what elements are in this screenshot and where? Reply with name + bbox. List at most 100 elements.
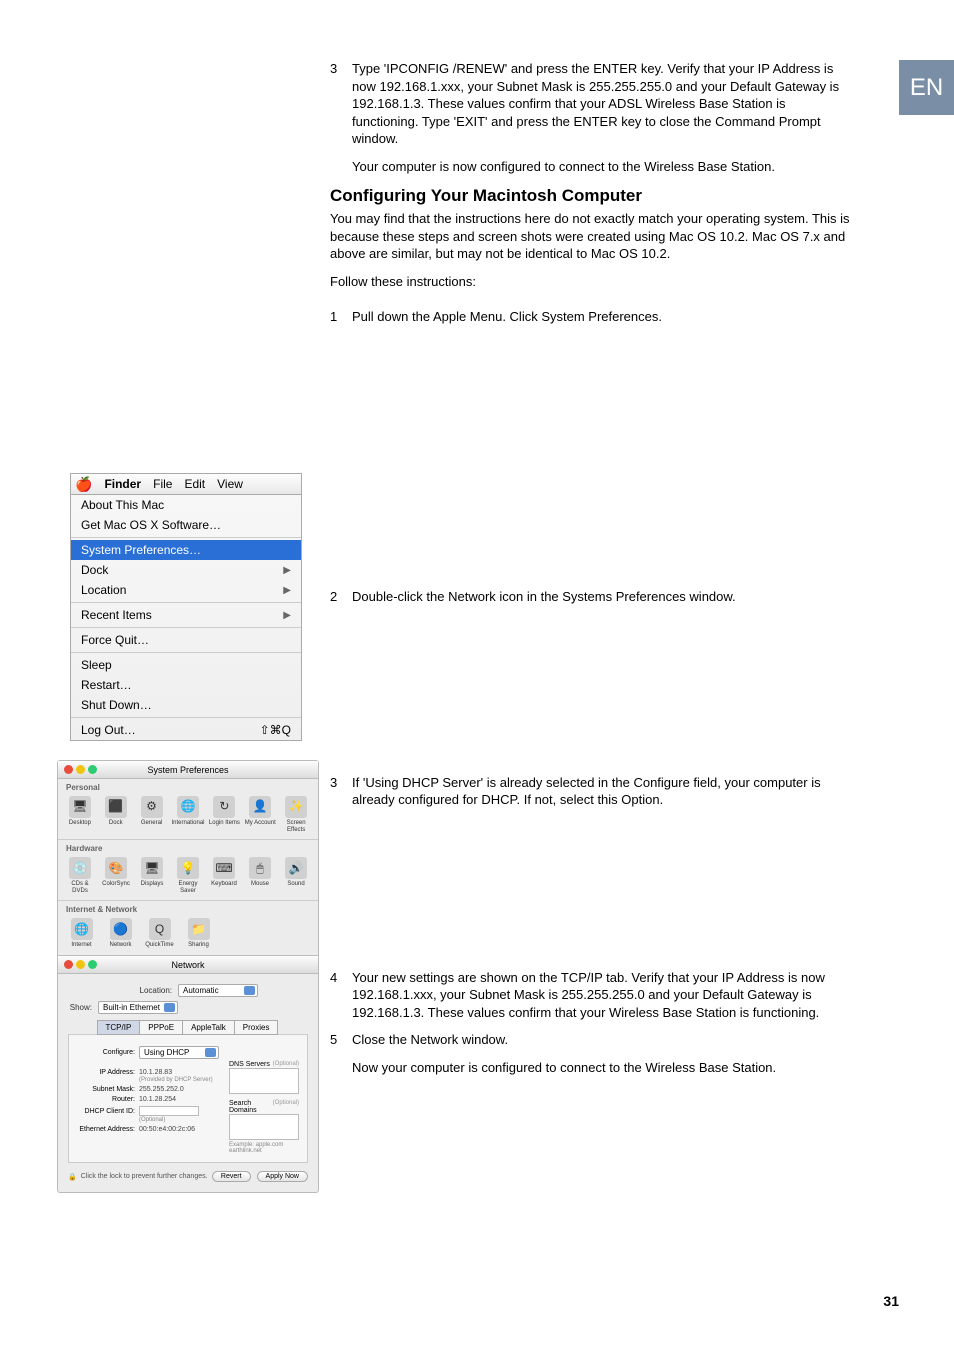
location-label: Location: — [118, 986, 178, 995]
apply-now-button[interactable]: Apply Now — [257, 1171, 308, 1182]
step-text: Your new settings are shown on the TCP/I… — [352, 969, 850, 1022]
pref-icon: 🔊 — [285, 857, 307, 879]
pref-login-items[interactable]: ↻Login Items — [209, 796, 241, 833]
step-text: If 'Using DHCP Server' is already select… — [352, 774, 850, 809]
close-icon[interactable] — [64, 960, 73, 969]
pref-energy-saver[interactable]: 💡Energy Saver — [172, 857, 204, 894]
tab-proxies[interactable]: Proxies — [234, 1020, 279, 1035]
network-tabs: TCP/IP PPPoE AppleTalk Proxies — [68, 1020, 308, 1035]
pref-label: International — [171, 820, 204, 827]
ip-value: 10.1.28.83 — [139, 1069, 172, 1076]
tcpip-panel: Configure: Using DHCP IP Address: 10.1.2… — [68, 1034, 308, 1163]
menubar-item[interactable]: View — [217, 477, 243, 491]
dns-servers-input[interactable] — [229, 1068, 299, 1094]
menubar-item[interactable]: Finder — [104, 477, 141, 491]
submenu-arrow-icon: ▶ — [283, 565, 291, 576]
menu-item-log-out[interactable]: Log Out…⇧⌘Q — [71, 720, 301, 740]
pref-international[interactable]: 🌐 International — [171, 796, 204, 833]
menu-item-label: Sleep — [81, 658, 112, 672]
lock-control[interactable]: 🔒 Click the lock to prevent further chan… — [68, 1173, 208, 1181]
minimize-icon[interactable] — [76, 765, 85, 774]
section-label: Personal — [58, 779, 318, 794]
pref-sound[interactable]: 🔊Sound — [280, 857, 312, 894]
window-title: System Preferences — [147, 765, 228, 775]
pref-label: QuickTime — [142, 942, 177, 949]
step-number: 3 — [330, 60, 352, 148]
search-domains-label: Search Domains — [229, 1100, 273, 1114]
pref-label: Network — [103, 942, 138, 949]
configure-select[interactable]: Using DHCP — [139, 1046, 219, 1059]
menu-item-recent-items[interactable]: Recent Items▶ — [71, 605, 301, 625]
prefs-row: 🖥Desktop⬛Dock ⚙ General 🌐 International ↻Logi… — [58, 794, 318, 840]
show-select[interactable]: Built-in Ethernet — [98, 1001, 178, 1014]
menu-separator — [71, 652, 301, 653]
pref-icon: 🌐 — [71, 918, 93, 940]
window-title: Network — [171, 960, 204, 970]
menu-separator — [71, 627, 301, 628]
prefs-row: 💿CDs & DVDs🎨ColorSync🖥Displays💡Energy Sa… — [58, 855, 318, 901]
tab-pppoe[interactable]: PPPoE — [139, 1020, 183, 1035]
prefs-row: 🌐Internet🔵NetworkQQuickTime📁Sharing — [58, 916, 318, 956]
pref-displays[interactable]: 🖥Displays — [136, 857, 168, 894]
pref-screen-effects[interactable]: ✨Screen Effects — [280, 796, 312, 833]
pref-mouse[interactable]: 🖱Mouse — [244, 857, 276, 894]
pref-keyboard[interactable]: ⌨Keyboard — [208, 857, 240, 894]
tab-tcpip[interactable]: TCP/IP — [97, 1020, 141, 1035]
menu-item-get-software[interactable]: Get Mac OS X Software… — [71, 515, 301, 535]
pref-icon: 🌐 — [177, 796, 199, 818]
menu-item-location[interactable]: Location▶ — [71, 580, 301, 600]
pref-label: CDs & DVDs — [64, 881, 96, 894]
menu-item-force-quit[interactable]: Force Quit… — [71, 630, 301, 650]
pref-my-account[interactable]: 👤My Account — [244, 796, 276, 833]
pref-cds-dvds[interactable]: 💿CDs & DVDs — [64, 857, 96, 894]
step-number: 1 — [330, 308, 352, 326]
pref-dock[interactable]: ⬛Dock — [100, 796, 132, 833]
subnet-value: 255.255.252.0 — [139, 1086, 184, 1093]
section-label: Hardware — [58, 840, 318, 855]
pref-icon: 📁 — [188, 918, 210, 940]
pref-colorsync[interactable]: 🎨ColorSync — [100, 857, 132, 894]
main-text-column: 3 Type 'IPCONFIG /RENEW' and press the E… — [330, 60, 850, 1086]
show-label: Show: — [68, 1003, 98, 1012]
search-domains-input[interactable] — [229, 1114, 299, 1140]
menu-item-dock[interactable]: Dock▶ — [71, 560, 301, 580]
step-text: Type 'IPCONFIG /RENEW' and press the ENT… — [352, 60, 850, 148]
configure-label: Configure: — [77, 1049, 139, 1056]
pref-label: General — [136, 820, 168, 827]
menu-item-system-preferences[interactable]: System Preferences… — [71, 540, 301, 560]
example-text: Example: apple.com earthlink.net — [229, 1142, 299, 1154]
pref-quicktime[interactable]: QQuickTime — [142, 918, 177, 949]
pref-desktop[interactable]: 🖥Desktop — [64, 796, 96, 833]
pref-general[interactable]: ⚙ General — [136, 796, 168, 833]
pref-label: Displays — [136, 881, 168, 888]
close-icon[interactable] — [64, 765, 73, 774]
pref-network[interactable]: 🔵Network — [103, 918, 138, 949]
location-select[interactable]: Automatic — [178, 984, 258, 997]
minimize-icon[interactable] — [76, 960, 85, 969]
menubar-item[interactable]: Edit — [184, 477, 205, 491]
menubar-item[interactable]: File — [153, 477, 172, 491]
menu-item-about[interactable]: About This Mac — [71, 495, 301, 515]
pref-label: ColorSync — [100, 881, 132, 888]
menu-item-shut-down[interactable]: Shut Down… — [71, 695, 301, 715]
submenu-arrow-icon: ▶ — [283, 610, 291, 621]
dhcp-client-label: DHCP Client ID: — [77, 1108, 139, 1115]
zoom-icon[interactable] — [88, 765, 97, 774]
menu-item-sleep[interactable]: Sleep — [71, 655, 301, 675]
pref-internet[interactable]: 🌐Internet — [64, 918, 99, 949]
section-heading: Configuring Your Macintosh Computer — [330, 185, 850, 208]
revert-button[interactable]: Revert — [212, 1171, 251, 1182]
ip-note: (Provided by DHCP Server) — [139, 1077, 213, 1083]
menu-item-restart[interactable]: Restart… — [71, 675, 301, 695]
dns-label: DNS Servers — [229, 1061, 270, 1068]
pref-label: Mouse — [244, 881, 276, 888]
tab-appletalk[interactable]: AppleTalk — [182, 1020, 235, 1035]
dhcp-client-id-input[interactable] — [139, 1106, 199, 1116]
step-text: Double-click the Network icon in the Sys… — [352, 588, 850, 606]
menu-item-label: Restart… — [81, 678, 132, 692]
pref-sharing[interactable]: 📁Sharing — [181, 918, 216, 949]
pref-icon: ⚙ — [141, 796, 163, 818]
zoom-icon[interactable] — [88, 960, 97, 969]
pref-icon: ✨ — [285, 796, 307, 818]
pref-icon: ⌨ — [213, 857, 235, 879]
